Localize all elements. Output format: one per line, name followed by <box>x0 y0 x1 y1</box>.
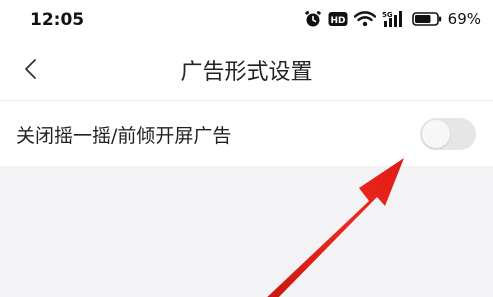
signal-5g-icon: 5G <box>382 10 406 28</box>
status-icons: HD 5G 69% <box>304 9 481 29</box>
battery-icon <box>411 11 442 27</box>
svg-text:HD: HD <box>330 16 345 26</box>
page-title: 广告形式设置 <box>180 60 313 85</box>
arrow-shape <box>267 158 404 297</box>
setting-row-shake-ad: 关闭摇一摇/前倾开屏广告 <box>0 101 493 166</box>
battery-percent: 69% <box>447 10 481 28</box>
hd-icon: HD <box>328 11 348 27</box>
content-panel: 12:05 HD 5G 69% 广告形式设置 关闭摇一摇/前倾开屏广告 <box>0 0 493 166</box>
navigation-bar: 广告形式设置 <box>0 40 493 98</box>
wifi-icon <box>353 11 376 27</box>
status-bar: 12:05 HD 5G 69% <box>0 0 493 40</box>
svg-text:5G: 5G <box>382 11 393 19</box>
status-time: 12:05 <box>30 10 85 30</box>
alarm-icon <box>304 10 322 28</box>
toggle-knob <box>422 120 450 148</box>
shake-ad-toggle[interactable] <box>420 118 476 150</box>
setting-label: 关闭摇一摇/前倾开屏广告 <box>16 125 232 147</box>
